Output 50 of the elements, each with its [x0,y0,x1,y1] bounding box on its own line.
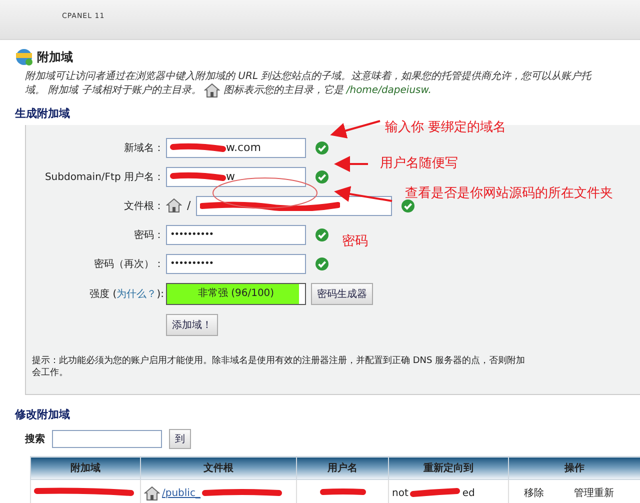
annotation-arrow [334,156,368,172]
field-label: 密码（再次）： [93,258,165,270]
section-heading: 生成附加域 [14,106,71,122]
field-label: 强度 (为什么？): [88,288,165,301]
column-header: 附加域 [30,456,140,480]
column-header: 文件根 [140,456,296,480]
docroot-link[interactable]: /public_ [162,488,200,498]
action-link[interactable]: 移除 [524,486,544,500]
redirect-text: ed [462,488,475,498]
section-heading: 修改附加域 [14,407,71,423]
annotation-text: 输入你 要绑定的域名 [385,119,508,136]
annotation-text: 用户名随便写 [380,155,459,172]
annotation-arrow [330,120,380,138]
input-field[interactable]: w.com [166,138,306,158]
description-text: 附加域可让访问者通过在浏览器中键入附加域的 URL 到达您站点的子域。这意味着，如果您的托管提供商允许，您可以从账户托 [25,70,593,83]
annotation-arrow [334,186,392,202]
go-button[interactable]: 到 [169,429,191,449]
path-prefix: / [187,199,191,212]
column-header: 用户名 [296,456,388,480]
page-title: 附加域 [37,48,73,66]
house-icon [166,198,182,213]
action-link[interactable]: 管理重新 [574,486,614,500]
input-field[interactable] [196,196,392,216]
redirect-text: not [392,488,408,498]
strength-reading: 非常强 (96/100) [196,286,276,301]
field-label: Subdomain/Ftp 用户名： [44,170,165,184]
input-field[interactable]: w [166,166,306,186]
hint-text: 会工作。 [32,367,69,379]
search-label: 搜索 [25,432,45,446]
annotation-text: 查看是否是你网站源码的所在文件夹 [405,185,614,202]
annotation-text: 密码 [342,233,369,250]
add-domain-button[interactable]: 添加域！ [166,314,218,336]
password-generator-button[interactable]: 密码生成器 [311,283,373,305]
description-text: 图标表示您的主目录，它是 [223,84,344,97]
house-icon [144,486,160,500]
field-label: 密码： [133,228,165,242]
globe-icon [15,48,33,66]
input-field[interactable]: •••••••••• [166,254,306,274]
house-icon [204,83,220,98]
redaction-mark [410,488,460,498]
column-header: 操作 [508,456,640,480]
search-field[interactable] [52,430,162,448]
field-label: 新域名： [123,142,165,154]
input-field[interactable]: •••••••••• [166,224,306,244]
hint-text: 提示：此功能必须为您的账户启用才能使用。除非域名是使用有效的注册器注册，并配置到正确 DNS 服务器的点，否则附加 [32,355,526,367]
column-header: 重新定向到 [388,456,508,480]
home-path: /home/dapeiusw. [346,84,432,97]
field-label: 文件根： [123,200,165,212]
description-text: 域。 附加域 子域相对于账户的主目录。 [25,84,202,97]
why-link[interactable]: 为什么？ [116,289,157,300]
